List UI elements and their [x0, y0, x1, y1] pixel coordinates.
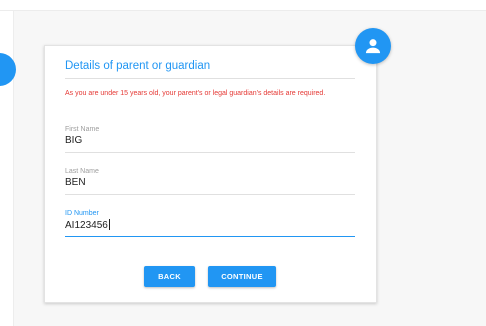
last-name-field[interactable]: Last Name BEN: [65, 168, 355, 195]
person-icon: [365, 39, 381, 54]
avatar: [355, 28, 391, 64]
form-title: Details of parent or guardian: [65, 60, 355, 79]
last-name-input[interactable]: BEN: [65, 177, 355, 195]
text-caret: [108, 219, 110, 230]
top-bar: [0, 0, 486, 11]
id-number-input[interactable]: AI123456: [65, 219, 355, 237]
age-notice: As you are under 15 years old, your pare…: [65, 90, 326, 97]
first-name-input[interactable]: BIG: [65, 135, 355, 153]
last-name-label: Last Name: [65, 168, 99, 175]
id-number-field[interactable]: ID Number AI123456: [65, 210, 355, 237]
first-name-field[interactable]: First Name BIG: [65, 126, 355, 153]
id-number-value: AI123456: [65, 220, 108, 231]
first-name-label: First Name: [65, 126, 100, 133]
back-button[interactable]: BACK: [144, 266, 195, 287]
continue-button[interactable]: CONTINUE: [208, 266, 276, 287]
id-number-label: ID Number: [65, 210, 99, 217]
